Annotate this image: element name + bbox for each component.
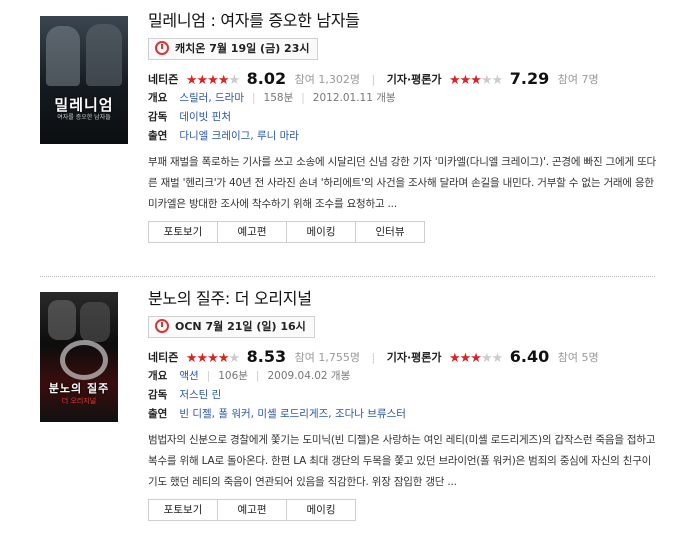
making-button[interactable]: 메이킹 [287,499,356,521]
media-buttons: 포토보기 예고편 메이킹 인터뷰 [148,221,658,243]
netizen-label: 네티즌 [148,73,179,86]
airtime-badge: OCN 7월 21일 (일) 16시 [148,316,315,338]
cast-link[interactable]: 다니엘 크레이그, 루니 마라 [179,130,299,142]
divider: | [371,73,376,86]
overview-row: 개요 액션 | 106분 | 2009.04.02 개봉 [148,367,658,386]
runtime: 158분 [263,92,294,104]
director-label: 감독 [148,389,168,401]
netizen-count: 참여 1,755명 [294,351,360,364]
poster-title: 분노의 질주 [48,382,110,395]
movie-title[interactable]: 분노의 질주: 더 오리지널 [148,288,658,310]
clock-icon [155,41,169,55]
critic-label: 기자·평론가 [386,351,442,364]
director-label: 감독 [148,111,168,123]
critic-label: 기자·평론가 [386,73,442,86]
genre-label: 개요 [148,370,168,382]
movie-description: 범법자의 신분으로 경찰에게 쫓기는 도미닉(빈 디젤)은 사랑하는 여인 레티… [148,434,656,488]
netizen-score: 8.53 [246,347,287,366]
airtime-text: OCN 7월 21일 (일) 16시 [175,320,306,333]
critic-stars: ★★★★★ [449,73,503,88]
poster-subtitle: 여자를 증오한 남자들 [57,114,111,121]
netizen-label: 네티즌 [148,351,179,364]
movie-poster[interactable]: 밀레니엄 여자를 증오한 남자들 [40,16,128,144]
release-date: 2009.04.02 개봉 [267,370,351,382]
star-empty-icon: ★ [228,73,241,88]
netizen-stars: ★★★★★ [185,351,241,366]
cast-row: 출연 빈 디젤, 폴 워커, 미셸 로드리게즈, 조다나 브류스터 [148,405,658,424]
star-empty-icon: ★★ [480,351,503,366]
netizen-count: 참여 1,302명 [294,73,360,86]
director-row: 감독 저스틴 린 [148,386,658,405]
critic-count: 참여 7명 [557,73,599,86]
cast-link[interactable]: 빈 디젤, 폴 워커, 미셸 로드리게즈, 조다나 브류스터 [179,408,406,420]
release-date: 2012.01.11 개봉 [312,92,396,104]
director-link[interactable]: 저스틴 린 [179,389,221,401]
movie-description: 부패 재벌을 폭로하는 기사를 쓰고 소송에 시달리던 신념 강한 기자 '미카… [148,156,656,210]
star-icon: ★★★★ [185,351,230,366]
genre-link[interactable]: 스릴러, 드라마 [179,92,244,104]
photo-button[interactable]: 포토보기 [148,499,218,521]
director-row: 감독 데이빗 핀처 [148,108,658,127]
runtime: 106분 [218,370,248,382]
rating-row: 네티즌 ★★★★★ 8.53 참여 1,755명 | 기자·평론가 ★★★★★ … [148,347,658,367]
airtime-text: 캐치온 7월 19일 (금) 23시 [175,42,310,55]
divider: | [371,351,376,364]
photo-button[interactable]: 포토보기 [148,221,218,243]
genre-link[interactable]: 액션 [179,370,198,382]
star-empty-icon: ★ [228,351,241,366]
making-button[interactable]: 메이킹 [287,221,356,243]
poster-subtitle: 더 오리지널 [61,397,97,405]
critic-score: 7.29 [509,69,550,88]
netizen-score: 8.02 [246,69,287,88]
critic-score: 6.40 [509,347,550,366]
interview-button[interactable]: 인터뷰 [356,221,425,243]
critic-stars: ★★★★★ [449,351,503,366]
star-icon: ★★★ [449,351,482,366]
airtime-badge: 캐치온 7월 19일 (금) 23시 [148,38,319,60]
trailer-button[interactable]: 예고편 [218,221,287,243]
star-icon: ★★★★ [185,73,230,88]
cast-label: 출연 [148,408,168,420]
movie-title[interactable]: 밀레니엄 : 여자를 증오한 남자들 [148,10,658,32]
trailer-button[interactable]: 예고편 [218,499,287,521]
star-icon: ★★★ [449,73,482,88]
media-buttons: 포토보기 예고편 메이킹 [148,499,658,521]
star-empty-icon: ★★ [480,73,503,88]
director-link[interactable]: 데이빗 핀처 [179,111,231,123]
netizen-stars: ★★★★★ [185,73,241,88]
rating-row: 네티즌 ★★★★★ 8.02 참여 1,302명 | 기자·평론가 ★★★★★ … [148,69,658,89]
clock-icon [155,319,169,333]
overview-row: 개요 스릴러, 드라마 | 158분 | 2012.01.11 개봉 [148,89,658,108]
genre-label: 개요 [148,92,168,104]
divider [40,276,655,277]
movie-poster[interactable]: 분노의 질주 더 오리지널 [40,292,118,422]
cast-row: 출연 다니엘 크레이그, 루니 마라 [148,127,658,146]
critic-count: 참여 5명 [557,351,599,364]
cast-label: 출연 [148,130,168,142]
